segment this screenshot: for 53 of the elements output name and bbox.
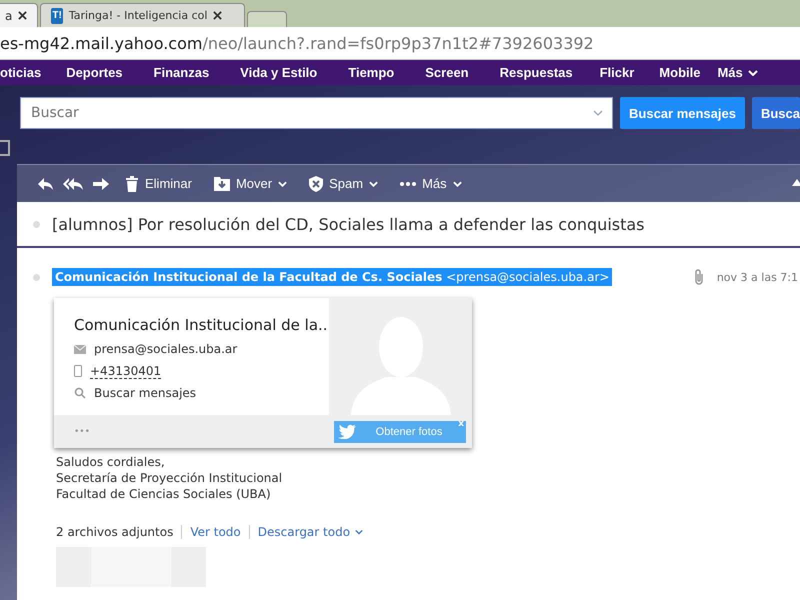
chevron-down-icon xyxy=(278,180,288,186)
nav-link[interactable]: Más xyxy=(717,65,775,80)
search-field[interactable]: Buscar xyxy=(20,97,614,129)
unread-dot-icon xyxy=(33,220,40,228)
nav-link[interactable]: Deportes xyxy=(66,65,140,80)
contact-name: Comunicación Institucional de la.. xyxy=(74,316,329,334)
chevron-down-icon xyxy=(452,180,462,186)
download-all-link[interactable]: Descargar todo xyxy=(258,525,364,539)
nav-link[interactable]: Flickr xyxy=(600,65,652,80)
chevron-down-icon xyxy=(355,529,364,535)
square-outline-icon xyxy=(0,140,10,156)
search-messages-link[interactable]: Buscar mensajes xyxy=(94,386,196,400)
attachment-count: 2 archivos adjuntos xyxy=(56,525,174,539)
forward-arrow-icon[interactable] xyxy=(93,176,109,190)
close-icon[interactable] xyxy=(213,11,222,20)
view-all-link[interactable]: Ver todo xyxy=(190,525,241,539)
close-icon[interactable] xyxy=(18,11,28,20)
more-icon xyxy=(400,182,416,186)
body-text: Secretaría de Proyección Institucional xyxy=(56,470,284,486)
unread-dot-icon xyxy=(33,274,40,280)
phone-icon xyxy=(74,365,82,377)
nav-link[interactable]: Respuestas xyxy=(500,65,590,80)
contact-email: prensa@sociales.uba.ar xyxy=(94,342,238,356)
bird-icon xyxy=(338,424,356,439)
nav-link[interactable]: Mobile xyxy=(659,65,718,80)
contact-phone[interactable]: +43130401 xyxy=(90,364,162,378)
reply-icon[interactable] xyxy=(37,176,53,190)
search-icon xyxy=(74,387,86,399)
folder-icon xyxy=(214,176,230,190)
toolbar-button[interactable]: Spam xyxy=(303,176,384,192)
nav-link[interactable]: Vida y Estilo xyxy=(240,65,334,80)
browser-tab[interactable]: a xyxy=(0,3,38,27)
search-button[interactable]: Busca xyxy=(752,97,800,129)
trash-icon xyxy=(125,176,139,192)
toolbar-button[interactable]: Mover xyxy=(208,176,294,191)
envelope-icon xyxy=(74,344,86,354)
arrow-up-icon[interactable] xyxy=(792,178,800,188)
reply-all-icon[interactable] xyxy=(63,176,83,190)
shield-icon xyxy=(309,176,324,192)
body-text: Saludos cordiales, xyxy=(56,454,166,470)
body-text: Facultad de Ciencias Sociales (UBA) xyxy=(56,486,272,502)
browser-tab[interactable]: T! Taringa! - Inteligencia col xyxy=(40,3,246,27)
email-date: nov 3 a las 7:1 xyxy=(716,270,798,284)
chevron-down-icon xyxy=(369,180,378,186)
toolbar-button[interactable]: Más xyxy=(394,176,468,191)
email-subject: [alumnos] Por resolución del CD, Sociales llama a defender las conquistas xyxy=(52,214,645,234)
nav-link[interactable]: Finanzas xyxy=(154,65,226,80)
chevron-down-icon xyxy=(593,110,604,116)
toolbar-button[interactable]: Eliminar xyxy=(119,176,198,192)
site-logo: T! xyxy=(51,8,63,24)
nav-link[interactable]: oticias xyxy=(0,65,42,80)
nav-link[interactable]: Screen xyxy=(425,65,486,80)
nav-link[interactable]: Tiempo xyxy=(348,65,412,80)
